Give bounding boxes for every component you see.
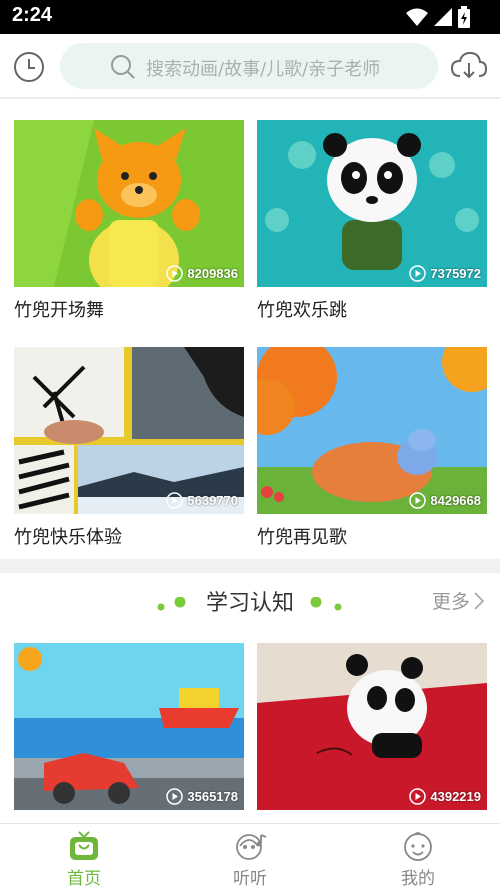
status-time: 2:24 <box>12 4 53 26</box>
download-button[interactable] <box>450 50 488 82</box>
section-title: 学习认知 <box>205 591 294 616</box>
wifi-icon <box>406 8 428 26</box>
car-boat-scene-image <box>14 643 244 810</box>
search-placeholder: 搜索动画/故事/儿歌/亲子老师 <box>146 59 381 80</box>
hippo-scene-image <box>257 347 487 514</box>
headphone-icon <box>236 834 267 860</box>
tab-label: 我的 <box>401 869 435 889</box>
right-decorative-dots <box>310 597 342 611</box>
video-thumbnail[interactable]: 8429668 <box>257 347 487 514</box>
play-circle-icon <box>166 788 184 805</box>
learning-section: 学习认知 更多 3565178 4392219 <box>0 573 500 823</box>
featured-videos-section: 8209836 竹兜开场舞 7375972 竹兜欢乐跳 5639770 竹兜快乐… <box>0 99 500 559</box>
tab-home[interactable]: 首页 <box>34 824 134 889</box>
video-title: 竹兜开场舞 <box>14 300 104 321</box>
play-count: 3565178 <box>166 788 238 805</box>
search-icon <box>111 55 135 79</box>
play-count: 5639770 <box>166 492 238 509</box>
tab-listen[interactable]: 听听 <box>200 824 300 889</box>
video-card[interactable]: 8429668 竹兜再见歌 <box>257 347 487 548</box>
video-title: 竹兜再见歌 <box>257 527 347 548</box>
header: 搜索动画/故事/儿歌/亲子老师 <box>0 34 500 98</box>
play-circle-icon <box>409 265 427 282</box>
panda-painting-image <box>257 643 487 810</box>
cloud-download-icon <box>450 51 488 79</box>
video-card[interactable]: 3565178 <box>14 643 244 810</box>
play-circle-icon <box>166 492 184 509</box>
play-count: 8209836 <box>166 265 238 282</box>
play-circle-icon <box>166 265 184 282</box>
play-count: 8429668 <box>409 492 481 509</box>
video-title: 竹兜欢乐跳 <box>257 300 347 321</box>
play-circle-icon <box>409 788 427 805</box>
tv-icon <box>70 831 98 860</box>
more-label: 更多 <box>431 591 470 613</box>
video-thumbnail[interactable]: 5639770 <box>14 347 244 514</box>
clock-icon <box>14 52 44 82</box>
collage-image <box>14 347 244 514</box>
video-thumbnail[interactable]: 8209836 <box>14 120 244 287</box>
play-count: 4392219 <box>409 788 481 805</box>
video-card[interactable]: 5639770 竹兜快乐体验 <box>14 347 244 548</box>
tab-mine[interactable]: 我的 <box>368 824 468 889</box>
bottom-tab-bar: 首页 听听 我的 <box>0 823 500 889</box>
status-icons <box>406 6 470 28</box>
video-title: 竹兜快乐体验 <box>14 527 122 548</box>
tab-label: 听听 <box>233 869 267 889</box>
battery-icon <box>458 6 470 28</box>
video-card[interactable]: 4392219 <box>257 643 487 810</box>
video-card[interactable]: 7375972 竹兜欢乐跳 <box>257 120 487 321</box>
play-count: 7375972 <box>409 265 481 282</box>
search-bar[interactable]: 搜索动画/故事/儿歌/亲子老师 <box>60 43 438 89</box>
status-bar: 2:24 <box>0 0 500 34</box>
panda-character-image <box>257 120 487 287</box>
play-circle-icon <box>409 492 427 509</box>
video-thumbnail[interactable]: 3565178 <box>14 643 244 810</box>
tab-label: 首页 <box>67 869 101 889</box>
chevron-right-icon <box>474 591 484 610</box>
signal-icon <box>434 8 452 26</box>
video-thumbnail[interactable]: 7375972 <box>257 120 487 287</box>
history-button[interactable] <box>12 50 46 84</box>
video-card[interactable]: 8209836 竹兜开场舞 <box>14 120 244 321</box>
fox-character-image <box>14 120 244 287</box>
more-link[interactable]: 更多 <box>432 587 484 614</box>
video-thumbnail[interactable]: 4392219 <box>257 643 487 810</box>
baby-face-icon <box>404 832 432 861</box>
